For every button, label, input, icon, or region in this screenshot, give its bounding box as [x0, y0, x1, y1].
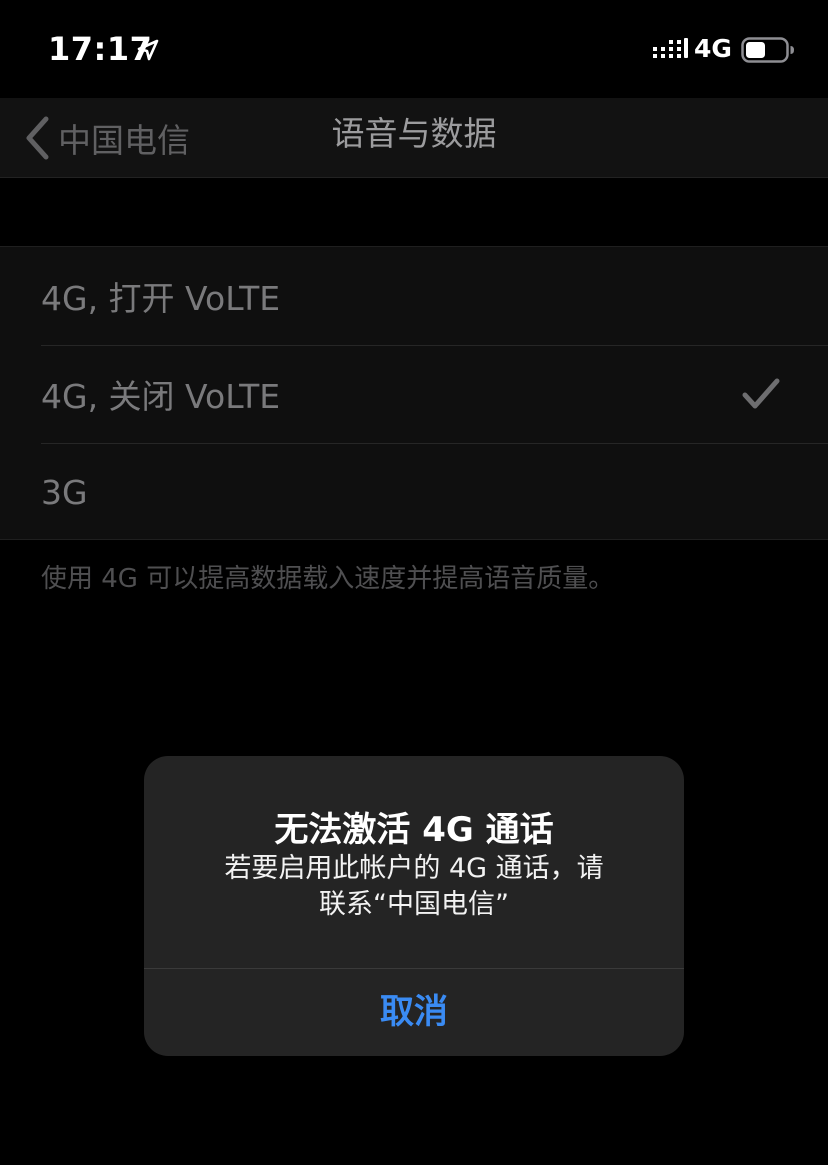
- network-type: 4G: [694, 34, 732, 63]
- alert-message-line: 联系“中国电信”: [319, 889, 509, 920]
- chevron-left-icon: [26, 116, 49, 160]
- back-button[interactable]: 中国电信: [24, 108, 190, 168]
- location-arrow-icon: [137, 39, 159, 61]
- alert-dialog: 无法激活 4G 通话 若要启用此帐户的 4G 通话，请 联系“中国电信” 取消: [144, 756, 684, 1056]
- alert-message: 若要启用此帐户的 4G 通话，请 联系“中国电信”: [194, 851, 634, 923]
- alert-message-line: 若要启用此帐户的 4G 通话，请: [224, 853, 604, 884]
- option-label: 4G, 关闭 VoLTE: [41, 377, 281, 416]
- option-label: 4G, 打开 VoLTE: [41, 279, 281, 318]
- back-button-label: 中国电信: [58, 121, 190, 160]
- voice-data-options-list: 4G, 打开 VoLTE 4G, 关闭 VoLTE 3G: [0, 246, 828, 540]
- signal-bars-icon: [653, 38, 688, 58]
- navigation-bar: 语音与数据 中国电信: [0, 98, 828, 178]
- option-4g-volte-off[interactable]: 4G, 关闭 VoLTE: [0, 345, 828, 443]
- option-3g[interactable]: 3G: [0, 443, 828, 541]
- alert-body: 无法激活 4G 通话 若要启用此帐户的 4G 通话，请 联系“中国电信”: [144, 756, 684, 968]
- checkmark-icon: [742, 378, 780, 409]
- alert-title: 无法激活 4G 通话: [274, 810, 554, 850]
- option-4g-volte-on[interactable]: 4G, 打开 VoLTE: [0, 247, 828, 345]
- option-label: 3G: [41, 472, 88, 512]
- status-bar: 17:17 4G: [0, 0, 828, 98]
- footer-note: 使用 4G 可以提高数据载入速度并提高语音质量。: [41, 564, 615, 594]
- cancel-button[interactable]: 取消: [144, 969, 684, 1056]
- battery-icon: [741, 37, 794, 63]
